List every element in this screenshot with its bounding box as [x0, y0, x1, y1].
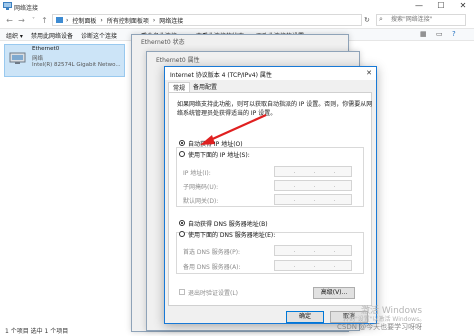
- ip-auto-radio[interactable]: [179, 140, 185, 146]
- preview-pane-icon[interactable]: ▭: [436, 30, 443, 38]
- help-icon[interactable]: ?: [452, 30, 456, 38]
- view-options-icon[interactable]: ▦: [420, 30, 427, 38]
- ethernet-properties-title: Ethernet0 属性: [156, 57, 200, 64]
- disable-device-button[interactable]: 禁用此网络设备: [31, 31, 73, 40]
- preferred-dns-input[interactable]: ...: [274, 245, 352, 256]
- diagnose-connection-button[interactable]: 诊断这个连接: [81, 31, 117, 40]
- recent-chevron-icon[interactable]: ˅: [28, 15, 39, 26]
- maximize-button[interactable]: ☐: [430, 0, 452, 12]
- breadcrumb[interactable]: › 控制面板 › 所有控制面板项 › 网络连接: [52, 14, 362, 26]
- red-arrow-annotation: [200, 113, 267, 145]
- ip-manual-label[interactable]: 使用下面的 IP 地址(S):: [188, 150, 250, 159]
- title-bar: [0, 0, 474, 12]
- default-gateway-label: 默认网关(D):: [183, 198, 219, 205]
- preferred-dns-label: 首选 DNS 服务器(P):: [183, 249, 241, 256]
- dns-auto-label[interactable]: 自动获得 DNS 服务器地址(B): [188, 219, 268, 228]
- dns-manual-label[interactable]: 使用下面的 DNS 服务器地址(E):: [188, 230, 275, 239]
- dns-manual-radio[interactable]: [179, 231, 185, 237]
- breadcrumb-all-items[interactable]: 所有控制面板项: [107, 16, 149, 25]
- control-panel-icon: [56, 17, 63, 23]
- ip-address-input[interactable]: ...: [274, 166, 352, 177]
- alternate-dns-label: 备用 DNS 服务器(A):: [183, 264, 241, 271]
- ip-address-label: IP 地址(I):: [183, 170, 211, 177]
- adapter-name: Ethernet0: [32, 46, 60, 52]
- forward-arrow-icon[interactable]: →: [16, 15, 27, 26]
- breadcrumb-separator: ›: [152, 16, 156, 24]
- adapter-device: Intel(R) 82574L Gigabit Netwo...: [32, 62, 121, 68]
- adapter-status: 网络: [32, 56, 44, 62]
- window-title: 网络连接: [14, 5, 39, 12]
- dialog-title: Internet 协议版本 4 (TCP/IPv4) 属性: [170, 72, 272, 79]
- validate-on-exit-label[interactable]: 退出时验证设置(L): [188, 288, 238, 297]
- ok-button[interactable]: 确定: [286, 311, 324, 323]
- status-text: 1 个项目 选中 1 个项目: [5, 328, 69, 335]
- ip-manual-radio[interactable]: [179, 151, 185, 157]
- dialog-close-button[interactable]: ✕: [362, 67, 376, 80]
- breadcrumb-separator: ›: [66, 16, 69, 24]
- minimize-button[interactable]: —: [408, 0, 430, 12]
- dns-auto-radio[interactable]: [179, 220, 185, 226]
- breadcrumb-network-connections[interactable]: 网络连接: [159, 16, 183, 25]
- breadcrumb-separator: ›: [100, 16, 103, 24]
- breadcrumb-control-panel[interactable]: 控制面板: [72, 16, 96, 25]
- subnet-mask-input[interactable]: ...: [274, 180, 352, 191]
- search-input[interactable]: 搜索"网络连接": [376, 14, 466, 26]
- validate-on-exit-checkbox[interactable]: [179, 289, 185, 295]
- intro-text-line1: 如果网络支持此功能，则可以获取自动指派的 IP 设置。否则，你需要从网: [177, 101, 373, 108]
- close-window-button[interactable]: ✕: [452, 0, 474, 12]
- advanced-button[interactable]: 高级(V)...: [313, 287, 355, 299]
- default-gateway-input[interactable]: ...: [274, 194, 352, 205]
- refresh-icon[interactable]: ↻: [364, 16, 370, 24]
- organize-menu[interactable]: 组织 ▾: [6, 31, 23, 40]
- network-window-icon: [3, 2, 12, 10]
- csdn-watermark: CSDN @今天也要学习呀呀: [337, 323, 423, 331]
- subnet-mask-label: 子网掩码(U):: [183, 184, 219, 191]
- alternate-dns-input[interactable]: ...: [274, 260, 352, 271]
- back-arrow-icon[interactable]: ←: [4, 15, 15, 26]
- search-icon: ⌕: [379, 15, 383, 23]
- network-adapter-icon: [9, 52, 26, 64]
- up-arrow-icon[interactable]: ↑: [39, 15, 50, 26]
- ethernet-status-title: Ethernet0 状态: [141, 39, 185, 46]
